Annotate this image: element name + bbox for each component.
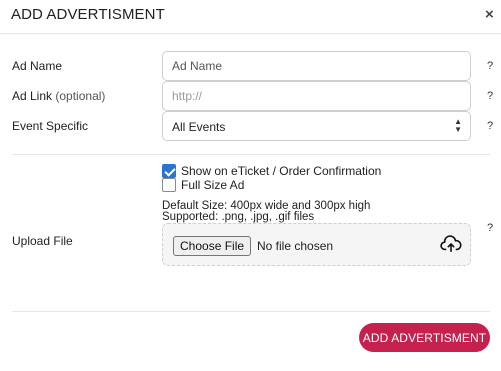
show-on-eticket-label[interactable]: Show on eTicket / Order Confirmation <box>181 164 381 178</box>
ad-link-help-icon[interactable]: ? <box>487 90 493 102</box>
full-size-ad-label[interactable]: Full Size Ad <box>181 178 244 192</box>
footer-divider <box>12 311 490 312</box>
ad-link-label-text: Ad Link <box>12 89 53 103</box>
select-arrows-icon: ▲ ▼ <box>454 117 462 134</box>
ad-link-input[interactable] <box>162 81 471 111</box>
upload-help-icon[interactable]: ? <box>487 222 493 234</box>
cloud-upload-icon[interactable] <box>440 235 462 253</box>
event-specific-selected-value: All Events <box>172 120 226 134</box>
ad-link-optional-text: (optional) <box>55 89 106 103</box>
event-specific-select[interactable]: All Events ▲ ▼ <box>162 111 471 141</box>
full-size-ad-checkbox[interactable] <box>162 178 176 192</box>
close-icon[interactable]: × <box>485 7 494 22</box>
upload-dropzone[interactable]: Choose File No file chosen <box>162 223 471 266</box>
ad-name-label: Ad Name <box>12 59 63 73</box>
event-specific-label: Event Specific <box>12 119 89 133</box>
ad-name-help-icon[interactable]: ? <box>487 60 493 72</box>
file-status-text: No file chosen <box>257 239 334 253</box>
upload-file-label: Upload File <box>12 234 73 248</box>
modal-header: ADD ADVERTISMENT × <box>0 0 501 34</box>
add-advertisement-button[interactable]: ADD ADVERTISMENT <box>359 323 490 352</box>
add-advertisement-modal: ADD ADVERTISMENT × Ad Name ? Ad Link (op… <box>0 0 501 371</box>
event-specific-help-icon[interactable]: ? <box>487 120 493 132</box>
supported-formats-text: Supported: .png, .jpg, .gif files <box>162 211 315 223</box>
ad-name-input[interactable] <box>162 51 471 81</box>
modal-title: ADD ADVERTISMENT <box>11 6 165 23</box>
full-size-ad-row[interactable]: Full Size Ad <box>162 178 244 192</box>
show-on-eticket-row[interactable]: Show on eTicket / Order Confirmation <box>162 164 381 178</box>
choose-file-button[interactable]: Choose File <box>173 236 252 256</box>
show-on-eticket-checkbox[interactable] <box>162 164 176 178</box>
section-divider <box>12 154 490 155</box>
ad-link-label: Ad Link (optional) <box>12 89 105 103</box>
